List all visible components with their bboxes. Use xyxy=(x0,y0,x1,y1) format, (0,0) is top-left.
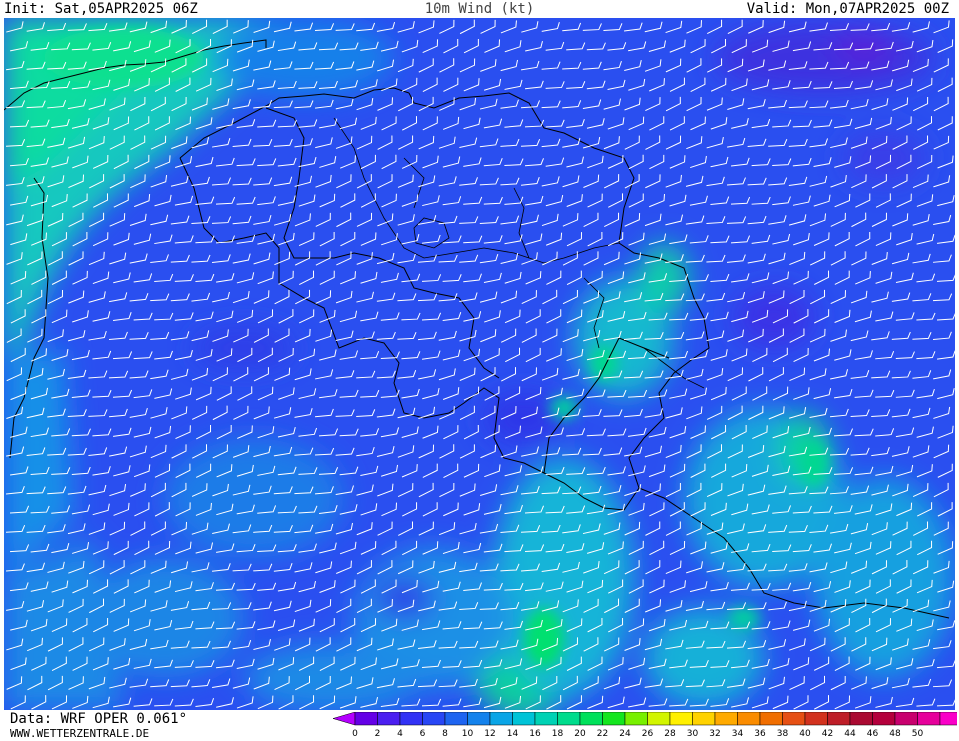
legend-tick-label: 14 xyxy=(507,729,519,739)
legend-tick-label: 4 xyxy=(397,729,403,739)
legend-tick-label: 8 xyxy=(442,729,448,739)
legend-tick-label: 46 xyxy=(867,729,879,739)
legend-swatch xyxy=(737,712,761,726)
legend-tick-label: 48 xyxy=(889,729,901,739)
legend-swatch xyxy=(512,712,536,726)
legend-tick-label: 6 xyxy=(420,729,426,739)
website-label: WWW.WETTERZENTRALE.DE xyxy=(10,727,150,740)
legend-swatch xyxy=(872,712,896,726)
wind-speed-legend: 0 2 4 6 8 10 12 14 16 18 20 22 24 26 28 30 32 34 36 38 40 42 4… xyxy=(333,712,957,739)
legend-swatch xyxy=(849,712,873,726)
legend-swatch xyxy=(444,712,468,726)
legend-tick-label: 44 xyxy=(844,729,856,739)
legend-swatch xyxy=(782,712,806,726)
map-header: Init: Sat,05APR2025 06Z 10m Wind (kt) Va… xyxy=(0,0,959,18)
legend-tick-label: 40 xyxy=(799,729,811,739)
legend-swatch xyxy=(557,712,581,726)
legend-tick-label: 18 xyxy=(552,729,564,739)
legend-swatch xyxy=(759,712,783,726)
map-footer: Data: WRF OPER 0.061° WWW.WETTERZENTRALE… xyxy=(0,710,959,741)
legend-tick-label: 50 xyxy=(912,729,924,739)
legend-tick-label: 30 xyxy=(687,729,699,739)
legend-swatch xyxy=(422,712,446,726)
legend-swatch xyxy=(714,712,738,726)
legend-swatch xyxy=(624,712,648,726)
legend-swatch xyxy=(489,712,513,726)
legend-tick-label: 20 xyxy=(574,729,586,739)
legend-swatch xyxy=(467,712,491,726)
legend-tick-label: 34 xyxy=(732,729,744,739)
legend-tick-label: 0 xyxy=(352,729,358,739)
legend-swatch xyxy=(939,712,957,726)
legend-tick-label: 24 xyxy=(619,729,631,739)
legend-tick-label: 12 xyxy=(484,729,495,739)
legend-swatch xyxy=(894,712,918,726)
valid-time-label: Valid: Mon,07APR2025 00Z xyxy=(746,1,949,17)
legend-swatch xyxy=(602,712,626,726)
legend-tick-label: 42 xyxy=(822,729,833,739)
legend-tick-label: 32 xyxy=(709,729,720,739)
legend-swatch xyxy=(827,712,851,726)
legend-tick-label: 2 xyxy=(375,729,381,739)
legend-swatch xyxy=(804,712,828,726)
legend-swatch xyxy=(377,712,401,726)
legend-swatch xyxy=(534,712,558,726)
legend-swatch xyxy=(917,712,941,726)
legend-tick-label: 10 xyxy=(462,729,474,739)
legend-swatch xyxy=(669,712,693,726)
data-source-label: Data: WRF OPER 0.061° xyxy=(10,711,188,727)
legend-swatch xyxy=(354,712,378,726)
wind-map[interactable] xyxy=(4,18,955,710)
wind-field-svg xyxy=(4,18,955,710)
legend-swatch xyxy=(399,712,423,726)
legend-swatch xyxy=(647,712,671,726)
legend-tick-label: 38 xyxy=(777,729,789,739)
legend-tick-label: 28 xyxy=(664,729,676,739)
legend-tick-label: 16 xyxy=(529,729,541,739)
legend-swatch xyxy=(692,712,716,726)
legend-swatch xyxy=(579,712,603,726)
legend-tick-label: 36 xyxy=(754,729,766,739)
legend-tick-label: 26 xyxy=(642,729,654,739)
legend-tick-label: 22 xyxy=(597,729,608,739)
legend-under-arrow xyxy=(333,712,356,726)
